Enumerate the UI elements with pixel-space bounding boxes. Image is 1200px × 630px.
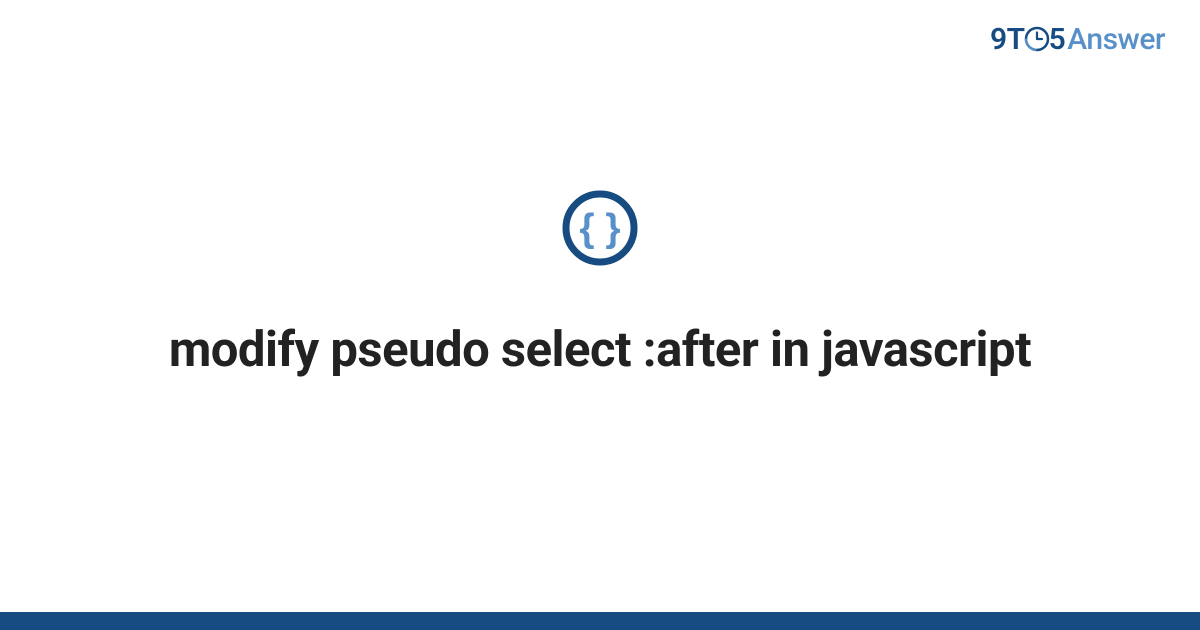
svg-text:{ }: { } — [579, 207, 620, 250]
code-braces-icon: { } — [561, 189, 639, 271]
main-content: { } modify pseudo select :after in javas… — [0, 0, 1200, 600]
page-title: modify pseudo select :after in javascrip… — [169, 319, 1031, 380]
footer-accent-bar — [0, 612, 1200, 630]
